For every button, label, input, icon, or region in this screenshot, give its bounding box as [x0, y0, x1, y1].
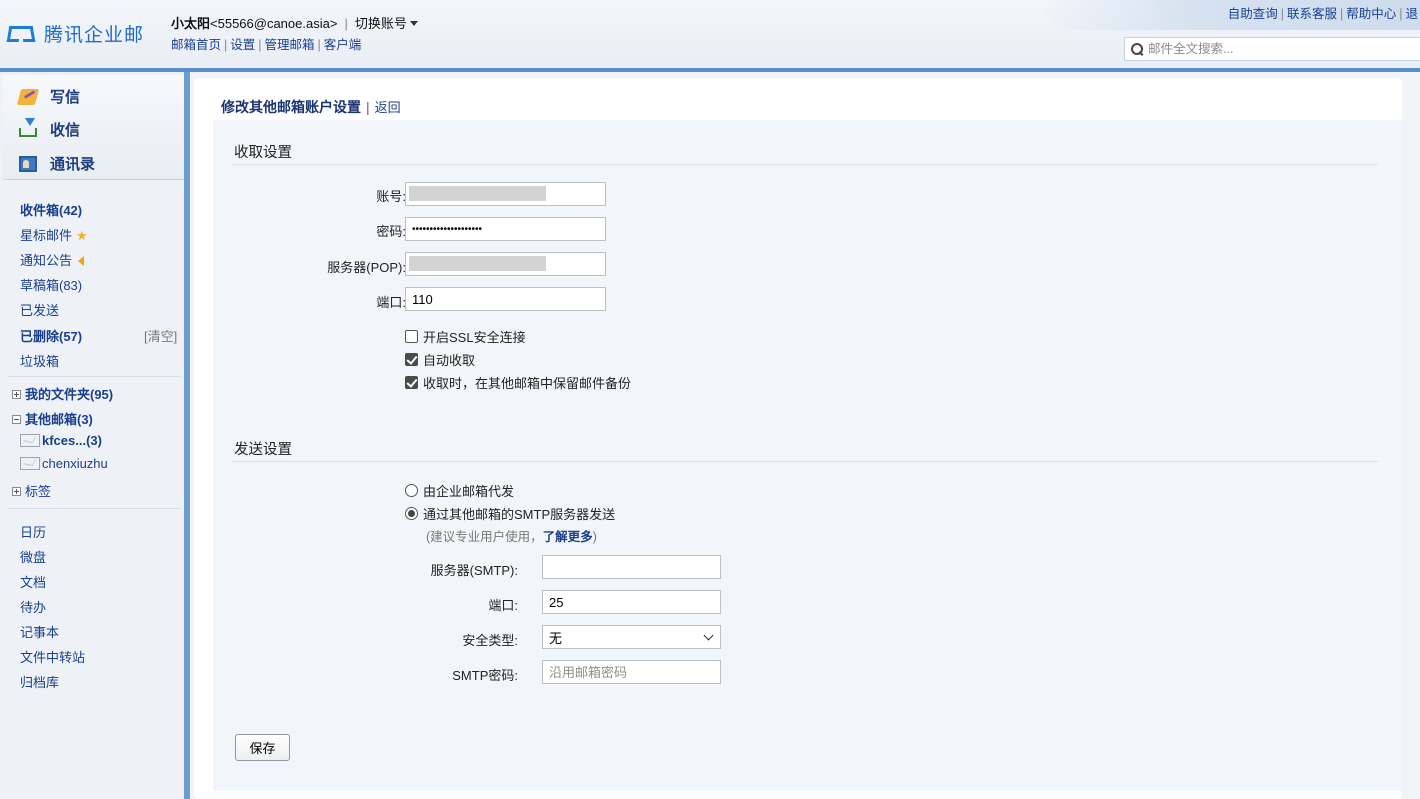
sidebar-item-inbox[interactable]: 收件箱(42) — [20, 200, 82, 219]
masked-value — [409, 256, 546, 271]
top-links: 自助查询 | 联系客服 | 帮助中心 | 退 — [1227, 7, 1418, 21]
smtp-hint: (建议专业用户使用，了解更多) — [426, 530, 597, 544]
pop-port-label: 端口: — [376, 295, 406, 310]
collapse-icon[interactable] — [12, 415, 21, 424]
pop-server-label: 服务器(POP): — [327, 260, 406, 275]
speaker-icon — [78, 256, 85, 266]
send-section-title: 发送设置 — [234, 442, 292, 458]
logout-link[interactable]: 退 — [1405, 7, 1418, 21]
expand-icon[interactable] — [12, 487, 21, 496]
account-label: 账号: — [376, 189, 406, 204]
smtp-password-field[interactable] — [542, 660, 721, 684]
page-title: 修改其他邮箱账户设置 | 返回 — [221, 99, 401, 115]
send-via-smtp-row[interactable]: 通过其他邮箱的SMTP服务器发送 — [405, 504, 615, 523]
sidebar-item-drafts[interactable]: 草稿箱(83) — [20, 275, 82, 294]
smtp-server-field[interactable] — [542, 555, 721, 579]
search-input[interactable] — [1148, 42, 1408, 56]
receive-button[interactable]: 收信 — [19, 118, 80, 140]
envelope-icon — [20, 434, 40, 447]
user-email: <55566@canoe.asia> — [210, 16, 338, 31]
compose-button[interactable]: 写信 — [16, 86, 80, 107]
smtp-port-field[interactable] — [542, 590, 721, 614]
sidebar-item-calendar[interactable]: 日历 — [20, 522, 46, 541]
send-via-enterprise-row[interactable]: 由企业邮箱代发 — [405, 481, 514, 500]
client-link[interactable]: 客户端 — [324, 38, 362, 52]
quick-actions: 写信 收信 通讯录 — [3, 75, 184, 180]
security-type-label: 安全类型: — [462, 633, 518, 648]
security-type-select[interactable]: 无 — [542, 625, 721, 649]
sidebar-item-tags[interactable]: 标签 — [12, 481, 51, 500]
pencil-icon — [16, 88, 40, 105]
expand-icon[interactable] — [12, 390, 21, 399]
sidebar-item-other-account[interactable]: kfces...(3) — [20, 433, 102, 448]
brand-name: 腾讯企业邮 — [44, 25, 145, 46]
sidebar-item-drive[interactable]: 微盘 — [20, 547, 46, 566]
ssl-checkbox[interactable] — [405, 330, 418, 343]
contacts-button[interactable]: 通讯录 — [19, 153, 95, 174]
sidebar-item-starred[interactable]: 星标邮件 ★ — [20, 225, 88, 244]
receive-section-title: 收取设置 — [234, 145, 292, 161]
sidebar-item-docs[interactable]: 文档 — [20, 572, 46, 591]
section-divider — [232, 164, 1378, 165]
smtp-password-label: SMTP密码: — [452, 668, 518, 683]
save-button[interactable]: 保存 — [235, 734, 290, 761]
sidebar-item-notes[interactable]: 记事本 — [20, 622, 59, 641]
content-card: 修改其他邮箱账户设置|返回 收取设置 账号: 密码: 服务器(POP): 端口:… — [194, 78, 1402, 799]
auto-receive-row[interactable]: 自动收取 — [405, 350, 475, 369]
switch-account-link[interactable]: 切换账号 — [355, 16, 407, 31]
logo-icon — [6, 23, 38, 45]
star-icon: ★ — [76, 228, 88, 243]
manage-mailbox-link[interactable]: 管理邮箱 — [265, 38, 315, 52]
sidebar-item-sent[interactable]: 已发送 — [20, 300, 59, 319]
top-header: 腾讯企业邮 小太阳<55566@canoe.asia> | 切换账号 邮箱首页 | 设置… — [0, 0, 1420, 68]
chevron-down-icon[interactable] — [409, 21, 418, 26]
user-name: 小太阳 — [171, 16, 211, 31]
password-field[interactable] — [405, 217, 606, 241]
smtp-server-label: 服务器(SMTP): — [430, 563, 518, 578]
back-link[interactable]: 返回 — [375, 100, 401, 115]
search-icon[interactable] — [1131, 42, 1144, 56]
sidebar-divider — [8, 376, 180, 377]
sidebar-item-other-account[interactable]: chenxiuzhu — [20, 456, 108, 471]
sidebar: 写信 收信 通讯录 收件箱(42) 星标邮件 ★ 通知公告 草稿箱(83) 已发送… — [0, 72, 184, 799]
sidebar-item-notices[interactable]: 通知公告 — [20, 250, 85, 269]
learn-more-link[interactable]: 了解更多 — [543, 530, 593, 544]
sidebar-item-spam[interactable]: 垃圾箱 — [20, 351, 59, 370]
sidebar-item-my-folders[interactable]: 我的文件夹(95) — [12, 384, 113, 403]
send-via-smtp-radio[interactable] — [405, 507, 418, 520]
mail-home-link[interactable]: 邮箱首页 — [171, 38, 221, 52]
sidebar-divider — [8, 508, 180, 509]
pop-port-field[interactable] — [405, 287, 606, 311]
keep-backup-row[interactable]: 收取时，在其他邮箱中保留邮件备份 — [405, 373, 631, 392]
customer-service-link[interactable]: 联系客服 — [1287, 7, 1337, 21]
brand-logo[interactable]: 腾讯企业邮 — [6, 20, 145, 47]
chevron-down-icon — [703, 630, 714, 640]
sidebar-item-other-mailboxes[interactable]: 其他邮箱(3) — [12, 409, 93, 428]
contacts-icon — [19, 155, 37, 172]
user-info: 小太阳<55566@canoe.asia> | 切换账号 — [171, 13, 418, 32]
sidebar-item-todo[interactable]: 待办 — [20, 597, 46, 616]
sidebar-item-archive[interactable]: 归档库 — [20, 672, 59, 691]
masked-value — [409, 186, 546, 201]
sidebar-item-deleted[interactable]: 已删除(57) — [20, 326, 82, 345]
ssl-checkbox-row[interactable]: 开启SSL安全连接 — [405, 327, 526, 346]
self-service-link[interactable]: 自助查询 — [1228, 7, 1278, 21]
main-area: 修改其他邮箱账户设置|返回 收取设置 账号: 密码: 服务器(POP): 端口:… — [190, 72, 1420, 799]
help-center-link[interactable]: 帮助中心 — [1346, 7, 1396, 21]
send-via-enterprise-radio[interactable] — [405, 484, 418, 497]
envelope-icon — [20, 457, 40, 470]
auto-receive-checkbox[interactable] — [405, 353, 418, 366]
settings-form: 收取设置 账号: 密码: 服务器(POP): 端口: 开启SSL安全连接 自动收… — [213, 120, 1402, 791]
password-label: 密码: — [376, 224, 406, 239]
keep-backup-checkbox[interactable] — [405, 376, 418, 389]
section-divider — [232, 461, 1378, 462]
smtp-port-label: 端口: — [488, 598, 518, 613]
search-box[interactable] — [1124, 37, 1420, 61]
download-icon — [19, 118, 37, 137]
sidebar-item-file-transfer[interactable]: 文件中转站 — [20, 647, 85, 666]
settings-link[interactable]: 设置 — [230, 38, 255, 52]
header-nav: 邮箱首页 | 设置 | 管理邮箱 | 客户端 — [171, 38, 362, 52]
empty-trash-link[interactable]: [清空] — [144, 326, 177, 345]
